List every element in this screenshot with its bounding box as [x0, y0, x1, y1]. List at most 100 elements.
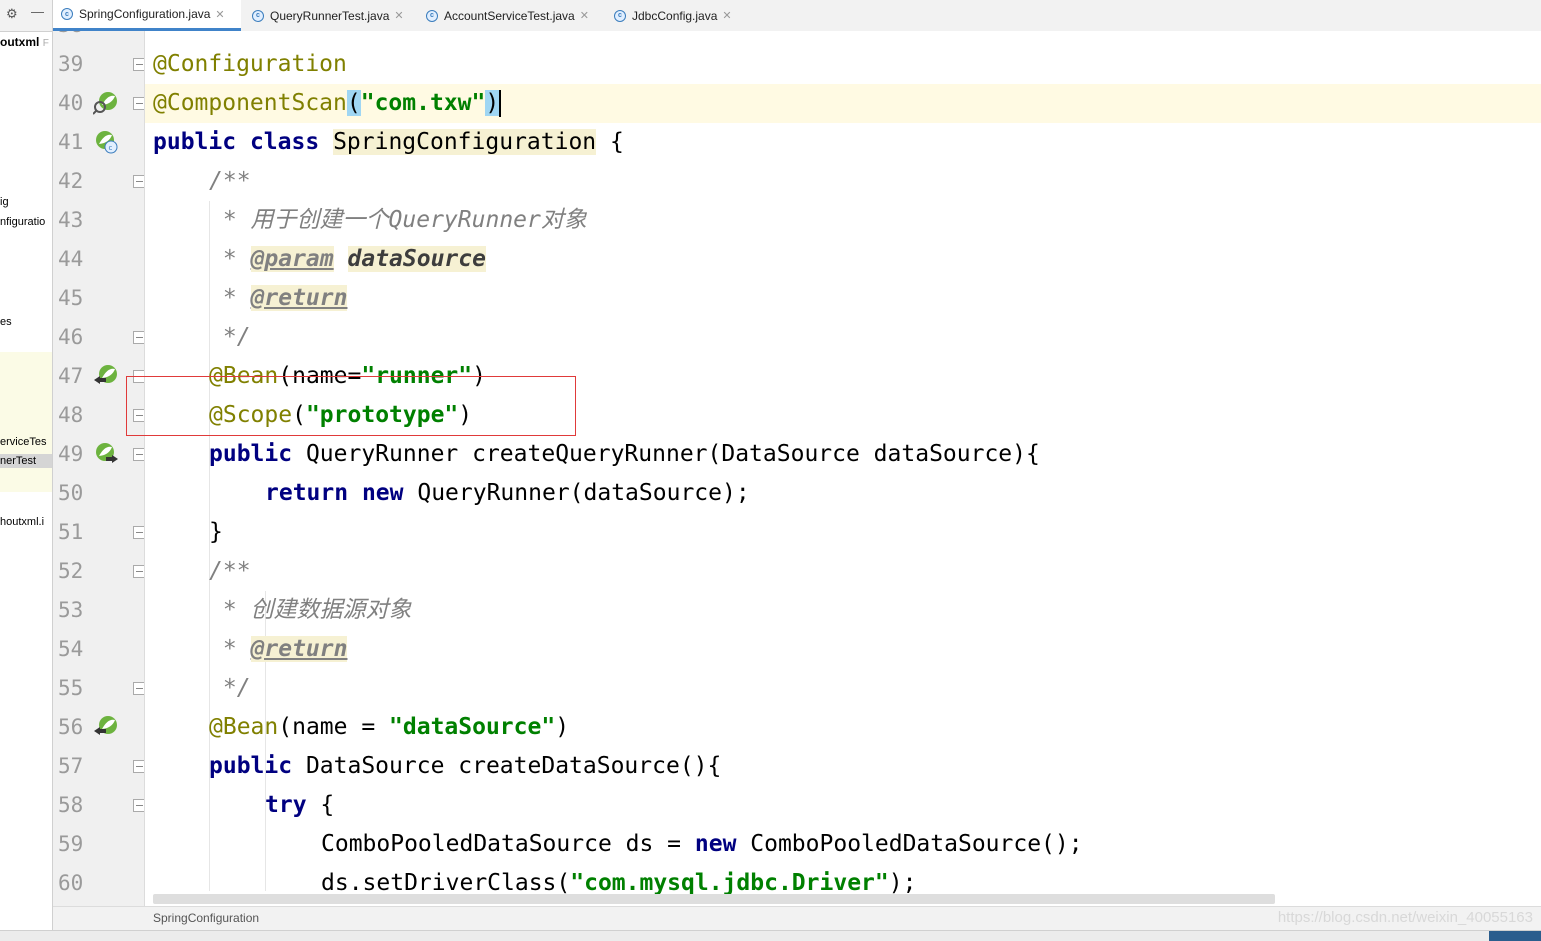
- code-line: @Configuration: [153, 45, 347, 84]
- project-tool-window: ⚙ — outxml F ig nfiguratio es erviceTes …: [0, 0, 53, 940]
- fold-marker[interactable]: [133, 58, 144, 71]
- fold-marker[interactable]: [133, 331, 144, 344]
- line-number: 58: [58, 793, 84, 817]
- line-number: 43: [58, 208, 84, 232]
- comment: *: [209, 636, 251, 662]
- spring-bean-navigate-icon[interactable]: [93, 441, 119, 467]
- fold-marker[interactable]: [133, 565, 144, 578]
- tab-accountservicetest[interactable]: c AccountServiceTest.java ✕: [418, 0, 603, 31]
- line-number: 42: [58, 169, 84, 193]
- horizontal-scrollbar[interactable]: [153, 894, 1275, 904]
- code-line: */: [209, 675, 251, 701]
- tool-window-button[interactable]: [95, 933, 117, 939]
- javadoc-tag: @param: [250, 246, 334, 272]
- close-icon[interactable]: ✕: [394, 9, 403, 22]
- fold-marker[interactable]: [133, 526, 144, 539]
- code-line: public QueryRunner createQueryRunner(Dat…: [209, 435, 1040, 474]
- string-literal: "com.txw": [360, 90, 486, 116]
- javadoc-param: dataSource: [347, 246, 486, 272]
- code-line: return new QueryRunner(dataSource);: [265, 474, 750, 513]
- annotation: @Configuration: [153, 51, 347, 77]
- tree-item-jdbcconfig[interactable]: ig: [0, 195, 9, 209]
- text-caret: [499, 90, 502, 117]
- code-line: */: [209, 324, 251, 350]
- spring-scan-icon[interactable]: [93, 90, 119, 116]
- annotation: @ComponentScan: [153, 90, 347, 116]
- tool-window-button[interactable]: [168, 933, 190, 939]
- close-icon[interactable]: ✕: [580, 9, 589, 22]
- test-class-icon: c: [252, 9, 264, 22]
- code-editor[interactable]: @Configuration @ComponentScan("com.txw")…: [145, 31, 1541, 906]
- keyword: class: [249, 129, 320, 155]
- fold-marker[interactable]: [133, 97, 144, 110]
- breadcrumb[interactable]: SpringConfiguration: [153, 911, 259, 925]
- keyword: public: [153, 129, 237, 155]
- line-number: 46: [58, 325, 84, 349]
- code-text: QueryRunner(dataSource);: [403, 480, 750, 506]
- fold-marker[interactable]: [133, 799, 144, 812]
- class-icon: c: [614, 9, 626, 22]
- editor-gutter[interactable]: 38 39 40 41 42 43 44 45 46 47 48 49 50 5…: [53, 31, 145, 906]
- tool-window-button[interactable]: [255, 933, 277, 939]
- line-number: 48: [58, 403, 84, 427]
- close-icon[interactable]: ✕: [215, 8, 224, 21]
- spring-bean-navigate-icon[interactable]: [93, 714, 119, 740]
- javadoc-tag: @return: [250, 636, 348, 662]
- breadcrumb-bar: SpringConfiguration https://blog.csdn.ne…: [53, 906, 1541, 931]
- test-class-icon: c: [426, 9, 438, 22]
- annotation: @Bean: [209, 714, 279, 740]
- tree-item-queryrunnertest[interactable]: nerTest: [0, 454, 52, 468]
- gear-icon[interactable]: ⚙: [6, 6, 18, 22]
- code-text: {: [306, 792, 335, 818]
- minimize-icon[interactable]: —: [31, 4, 44, 19]
- line-number: 55: [58, 676, 84, 700]
- code-line: * @return: [209, 630, 348, 669]
- line-number: 60: [58, 871, 84, 895]
- line-number: 57: [58, 754, 84, 778]
- string-literal: "dataSource": [389, 714, 556, 740]
- brace: {: [610, 129, 624, 155]
- line-number: 45: [58, 286, 84, 310]
- tree-item-iml-file[interactable]: houtxml.i: [0, 515, 44, 529]
- close-icon[interactable]: ✕: [722, 9, 731, 22]
- code-line: * 用于创建一个QueryRunner对象: [209, 207, 587, 233]
- tree-item-resources[interactable]: es: [0, 315, 12, 329]
- tree-item-module[interactable]: outxml F: [0, 35, 49, 51]
- code-text: );: [888, 870, 917, 896]
- tree-test-group-highlight: [0, 352, 52, 492]
- tree-item-springconfiguration[interactable]: nfiguratio: [0, 215, 45, 229]
- editor-tab-bar: c SpringConfiguration.java ✕ c QueryRunn…: [53, 0, 1541, 32]
- tree-item-accountservicetest[interactable]: erviceTes: [0, 435, 46, 449]
- tab-jdbcconfig[interactable]: c JdbcConfig.java ✕: [606, 0, 746, 31]
- keyword: public: [209, 753, 293, 779]
- code-line: public class SpringConfiguration {: [153, 123, 624, 162]
- spring-bean-navigate-icon[interactable]: [93, 363, 119, 389]
- tab-queryrunnertest[interactable]: c QueryRunnerTest.java ✕: [244, 0, 414, 31]
- string-literal: "com.mysql.jdbc.Driver": [570, 870, 889, 896]
- fold-marker[interactable]: [133, 175, 144, 188]
- code-line: /**: [209, 558, 251, 584]
- fold-marker[interactable]: [133, 448, 144, 461]
- fold-marker[interactable]: [133, 760, 144, 773]
- fold-marker[interactable]: [133, 682, 144, 695]
- line-number: 59: [58, 832, 84, 856]
- line-number: 50: [58, 481, 84, 505]
- code-text: ComboPooledDataSource();: [736, 831, 1083, 857]
- code-text: DataSource createDataSource(){: [292, 753, 722, 779]
- code-line: @ComponentScan("com.txw"): [153, 84, 502, 123]
- code-line: /**: [209, 168, 251, 194]
- code-line: * @return: [209, 279, 348, 318]
- tab-springconfiguration[interactable]: c SpringConfiguration.java ✕: [53, 0, 241, 31]
- spring-bean-class-icon[interactable]: c: [93, 129, 119, 155]
- line-number: 47: [58, 364, 84, 388]
- code-line: ComboPooledDataSource ds = new ComboPool…: [321, 825, 1083, 864]
- code-text: ds.setDriverClass(: [321, 870, 571, 896]
- code-line: }: [209, 519, 223, 545]
- code-line: public DataSource createDataSource(){: [209, 747, 721, 786]
- tree-item-label: outxml: [0, 35, 40, 49]
- tab-label: AccountServiceTest.java: [444, 8, 575, 23]
- svg-text:c: c: [109, 144, 113, 152]
- paren: (: [346, 90, 361, 116]
- comment: *: [209, 285, 251, 311]
- tool-window-button[interactable]: [8, 933, 30, 939]
